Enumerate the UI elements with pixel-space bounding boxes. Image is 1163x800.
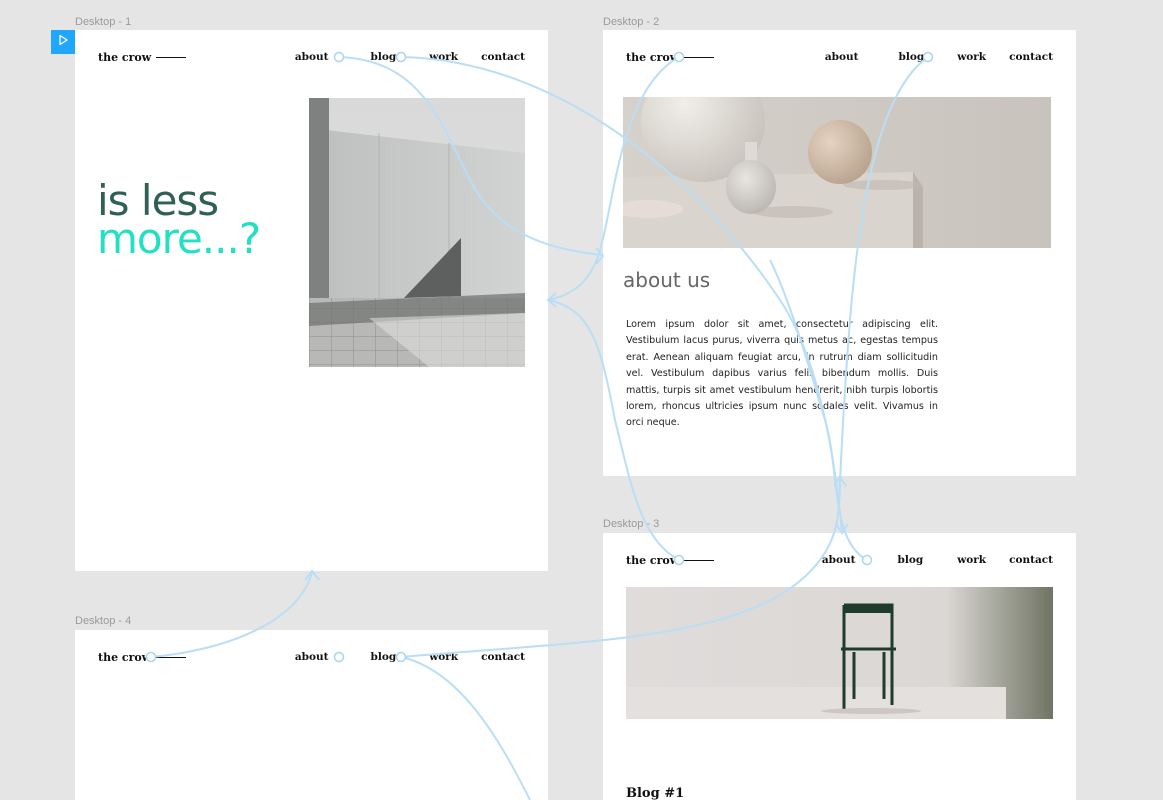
frame-label-desktop-3[interactable]: Desktop - 3 (603, 518, 659, 530)
nav-bar: about blog work contact (295, 651, 525, 663)
nav-blog[interactable]: blog (899, 51, 925, 63)
nav-contact[interactable]: contact (1009, 554, 1053, 566)
nav-about[interactable]: about (822, 554, 856, 566)
logo-text: the crow (626, 554, 680, 567)
arrowhead-d1-bottom (304, 569, 320, 581)
nav-bar: about blog work contact (825, 51, 1053, 63)
nav-contact[interactable]: contact (1009, 51, 1053, 63)
frame-desktop-1[interactable]: the crow about blog work contact is less… (75, 30, 548, 571)
frame-desktop-3[interactable]: the crow about blog work contact Blog #1 (603, 533, 1076, 800)
logo-text: the crow (98, 51, 152, 64)
nav-about[interactable]: about (295, 51, 329, 63)
logo-text: the crow (626, 51, 680, 64)
frame-label-desktop-2[interactable]: Desktop - 2 (603, 16, 659, 28)
nav-work[interactable]: work (429, 651, 458, 663)
arrowhead-d1-right (546, 292, 557, 308)
hero-image-wall (309, 98, 525, 367)
nav-bar: about blog work contact (822, 554, 1053, 566)
logo[interactable]: the crow (626, 51, 715, 64)
nav-blog[interactable]: blog (898, 554, 924, 566)
frame-desktop-4[interactable]: the crow about blog work contact (75, 630, 548, 800)
about-body-text: Lorem ipsum dolor sit amet, consectetur … (626, 319, 938, 429)
blog-post-title[interactable]: Blog #1 (626, 786, 684, 800)
arrowhead-d3-top (833, 475, 847, 487)
prototype-play-button[interactable] (51, 30, 75, 54)
logo-dash (156, 657, 187, 658)
nav-blog[interactable]: blog (371, 651, 397, 663)
about-image-vases (623, 97, 1051, 248)
nav-work[interactable]: work (429, 51, 458, 63)
about-heading: about us (623, 268, 711, 292)
logo[interactable]: the crow (98, 51, 187, 64)
nav-work[interactable]: work (957, 554, 986, 566)
play-icon (57, 33, 69, 51)
nav-about[interactable]: about (825, 51, 859, 63)
nav-bar: about blog work contact (295, 51, 525, 63)
logo-dash (684, 560, 715, 561)
nav-work[interactable]: work (957, 51, 986, 63)
frame-label-desktop-1[interactable]: Desktop - 1 (75, 16, 131, 28)
frame-desktop-2[interactable]: the crow about blog work contact about u… (603, 30, 1076, 476)
nav-contact[interactable]: contact (481, 651, 525, 663)
frame-label-desktop-4[interactable]: Desktop - 4 (75, 615, 131, 627)
logo[interactable]: the crow (626, 554, 715, 567)
logo-dash (156, 57, 187, 58)
arrowhead-d2-left (595, 247, 605, 265)
arrowhead-d3-nav (835, 523, 849, 535)
nav-blog[interactable]: blog (371, 51, 397, 63)
blog-image-chair (626, 587, 1053, 719)
logo-dash (684, 57, 715, 58)
hero-line-2: more...? (97, 214, 261, 263)
logo-text: the crow (98, 651, 152, 664)
logo[interactable]: the crow (98, 651, 187, 664)
nav-about[interactable]: about (295, 651, 329, 663)
nav-contact[interactable]: contact (481, 51, 525, 63)
